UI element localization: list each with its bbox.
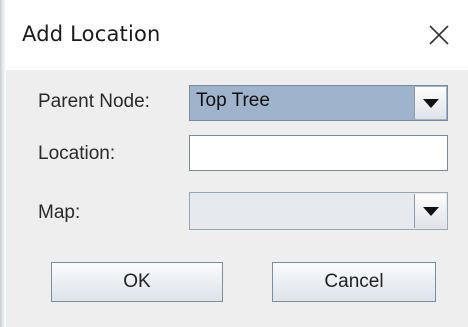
map-label: Map: [38, 202, 81, 223]
chevron-down-icon [422, 207, 439, 216]
close-icon[interactable] [427, 23, 451, 47]
parent-node-value: Top Tree [196, 90, 270, 111]
parent-node-label: Parent Node: [38, 91, 150, 112]
ok-button-label: OK [123, 271, 151, 292]
location-label: Location: [38, 143, 116, 164]
dialog-body: Parent Node: Top Tree Location: Map: OK … [6, 70, 468, 327]
chevron-down-icon [422, 99, 439, 108]
title-bar: Add Location [6, 0, 468, 70]
map-select[interactable] [189, 192, 448, 230]
dialog-title: Add Location [22, 22, 161, 46]
cancel-button-label: Cancel [324, 271, 384, 292]
cancel-button[interactable]: Cancel [272, 262, 436, 302]
map-dropdown-button[interactable] [414, 194, 446, 228]
add-location-dialog: Add Location Parent Node: Top Tree Locat… [0, 0, 468, 327]
ok-button[interactable]: OK [51, 262, 223, 302]
location-input[interactable] [189, 135, 448, 171]
parent-node-dropdown-button[interactable] [414, 87, 446, 119]
parent-node-select[interactable]: Top Tree [189, 85, 448, 121]
